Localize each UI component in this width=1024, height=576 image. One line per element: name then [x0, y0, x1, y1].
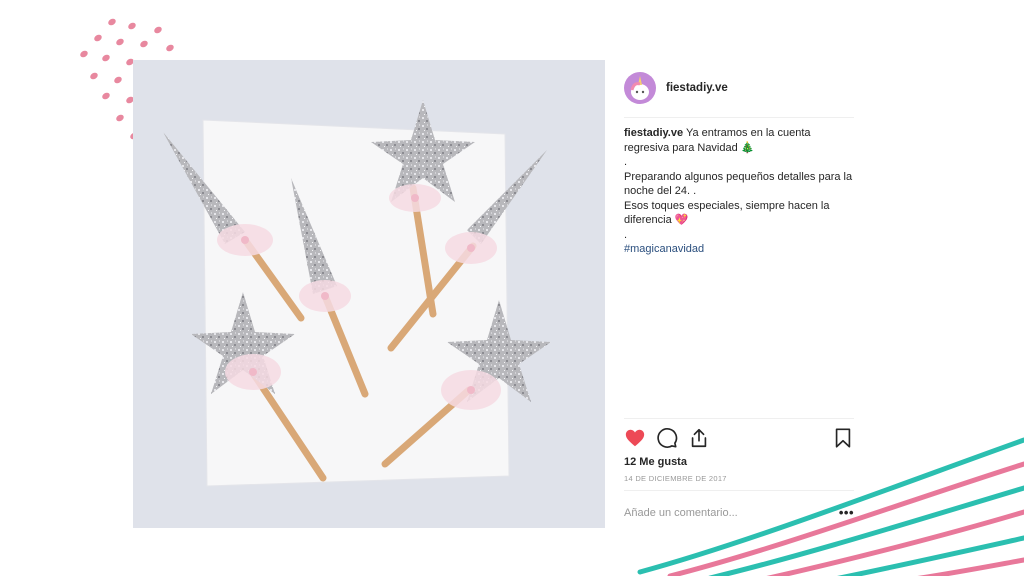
bookmark-icon: [835, 428, 851, 448]
heart-icon: [625, 429, 645, 447]
post-date: 14 DE DICIEMBRE DE 2017: [624, 474, 727, 483]
caption-line: .: [624, 156, 628, 168]
caption-line: fiestadiy.ve Ya entramos en la cuenta re…: [624, 126, 854, 155]
add-comment-row: •••: [624, 500, 854, 526]
post-username[interactable]: fiestadiy.ve: [666, 82, 728, 94]
like-button[interactable]: [624, 427, 646, 449]
save-button[interactable]: [832, 427, 854, 449]
caption-username[interactable]: fiestadiy.ve: [624, 127, 683, 139]
share-icon: [691, 428, 707, 448]
hashtag-link[interactable]: #magicanavidad: [624, 242, 854, 257]
likes-count[interactable]: 12 Me gusta: [624, 456, 687, 468]
caption-line: Esos toques especiales, siempre hacen la…: [624, 199, 830, 227]
post-header: fiestadiy.ve: [624, 70, 854, 106]
comment-divider: [624, 490, 854, 491]
post-photo[interactable]: [133, 60, 605, 528]
comment-button[interactable]: [656, 427, 678, 449]
unicorn-icon: [630, 76, 649, 100]
post-actions: [624, 427, 854, 449]
post-side-panel: fiestadiy.ve fiestadiy.ve Ya entramos en…: [606, 60, 854, 528]
caption-line: .: [624, 228, 628, 241]
caption-line: Preparando algunos pequeños detalles par…: [624, 170, 853, 198]
avatar[interactable]: [624, 72, 656, 104]
share-button[interactable]: [688, 427, 710, 449]
more-options-icon[interactable]: •••: [839, 505, 854, 520]
post-caption: fiestadiy.ve Ya entramos en la cuenta re…: [624, 126, 854, 257]
actions-divider: [624, 418, 854, 419]
comment-input[interactable]: [624, 507, 824, 519]
header-divider: [624, 117, 854, 118]
comment-icon: [657, 428, 678, 448]
